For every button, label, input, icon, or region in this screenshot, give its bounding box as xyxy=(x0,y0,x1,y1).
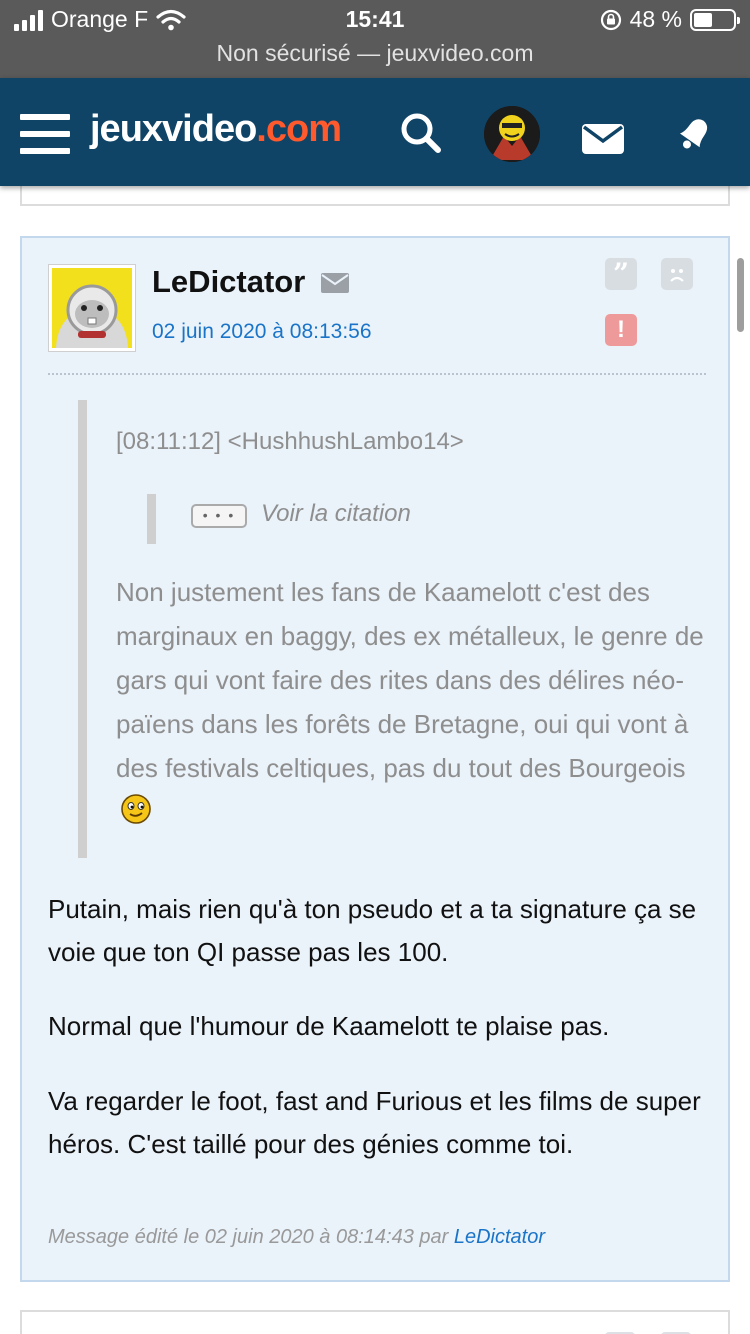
battery-fill xyxy=(694,12,713,27)
quote-text: Non justement les fans de Kaamelott c'es… xyxy=(116,577,704,783)
edit-notice: Message édité le 02 juin 2020 à 08:14:43… xyxy=(48,1226,545,1249)
quote-header: [08:11:12] <HushhushLambo14> xyxy=(116,428,464,455)
battery-icon xyxy=(690,8,740,31)
message-paragraph: Va regarder le foot, fast and Furious et… xyxy=(48,1086,701,1159)
orientation-lock-icon xyxy=(600,9,621,30)
sad-face-icon xyxy=(670,269,684,282)
next-post xyxy=(20,1310,730,1334)
mail-icon[interactable] xyxy=(580,116,626,162)
site-header: jeuxvideo.com xyxy=(0,78,750,186)
author-name[interactable]: LeDictator xyxy=(152,264,305,300)
sad-face-button[interactable] xyxy=(661,258,693,290)
expand-quote-button[interactable]: • • • xyxy=(191,504,247,528)
battery-percent: 48 % xyxy=(629,6,682,32)
logo-suffix: .com xyxy=(256,108,342,150)
bell-icon[interactable] xyxy=(672,110,718,156)
report-button[interactable]: ! xyxy=(605,314,637,346)
scrollbar[interactable] xyxy=(737,258,744,332)
quoted-message: [08:11:12] <HushhushLambo14> • • • Voir … xyxy=(78,400,718,858)
logo-main: jeuxvideo xyxy=(90,108,257,150)
send-mp-icon[interactable] xyxy=(320,272,350,294)
message-paragraph: Putain, mais rien qu'à ton pseudo et a t… xyxy=(48,894,697,967)
post-author-avatar[interactable] xyxy=(48,264,136,352)
message-paragraph: Normal que l'humour de Kaamelott te plai… xyxy=(48,1011,610,1041)
smiley-icon xyxy=(121,794,151,824)
status-right: 48 % xyxy=(600,6,740,33)
status-bar: Orange F 15:41 48 % Non sécurisé — jeuxv… xyxy=(0,0,750,78)
edit-notice-text: Message édité le 02 juin 2020 à 08:14:43… xyxy=(48,1226,449,1248)
forum-post: LeDictator 02 juin 2020 à 08:13:56 ” ! [… xyxy=(20,236,730,1282)
see-quote-label[interactable]: Voir la citation xyxy=(261,500,411,528)
quote-text-block: Non justement les fans de Kaamelott c'es… xyxy=(116,570,716,834)
post-date[interactable]: 02 juin 2020 à 08:13:56 xyxy=(152,320,372,344)
avatar-image xyxy=(484,106,540,162)
edit-author-link[interactable]: LeDictator xyxy=(454,1226,545,1248)
separator xyxy=(48,373,706,375)
quote-button[interactable]: ” xyxy=(605,258,637,290)
site-logo[interactable]: jeuxvideo.com xyxy=(90,108,342,151)
search-icon[interactable] xyxy=(398,110,444,156)
author-avatar-image xyxy=(52,268,132,348)
nested-quote-bar xyxy=(147,494,156,544)
user-avatar[interactable] xyxy=(484,106,540,162)
menu-icon[interactable] xyxy=(20,114,70,154)
url-bar[interactable]: Non sécurisé — jeuxvideo.com xyxy=(0,40,750,67)
